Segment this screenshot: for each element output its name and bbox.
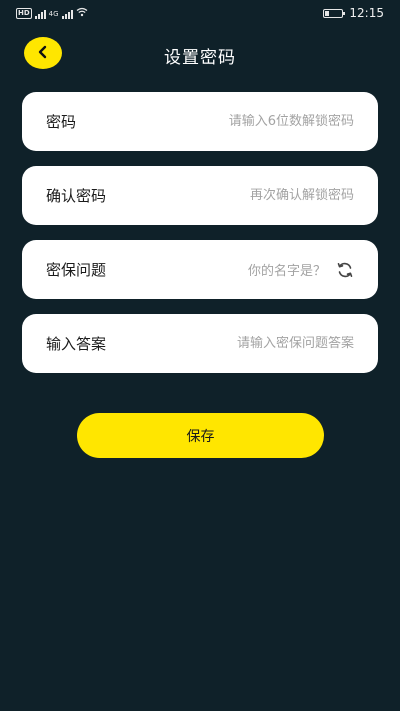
status-bar-right: 12:15 bbox=[323, 6, 384, 20]
battery-icon bbox=[323, 8, 346, 18]
signal-strength-icon bbox=[61, 9, 73, 19]
status-bar-left: HD 4G bbox=[16, 7, 88, 20]
security-question-value: 你的名字是？ bbox=[247, 264, 326, 279]
password-row[interactable]: 密码 bbox=[22, 92, 378, 151]
password-form: 密码 确认密码 密保问题 你的名字是？ 输入答案 bbox=[22, 92, 378, 388]
status-time: 12:15 bbox=[349, 6, 384, 20]
security-question-label: 密保问题 bbox=[46, 261, 107, 279]
status-bar: HD 4G 12:15 bbox=[0, 0, 400, 26]
network-type-label: 4G bbox=[48, 9, 59, 18]
hd-badge: HD bbox=[16, 8, 32, 19]
confirm-password-label: 确认密码 bbox=[46, 187, 107, 205]
header: 设置密码 bbox=[0, 36, 400, 72]
confirm-password-row[interactable]: 确认密码 bbox=[22, 166, 378, 225]
password-input[interactable] bbox=[164, 114, 354, 129]
answer-row[interactable]: 输入答案 bbox=[22, 314, 378, 373]
page-title: 设置密码 bbox=[164, 48, 236, 68]
answer-label: 输入答案 bbox=[46, 335, 107, 353]
answer-input[interactable] bbox=[164, 336, 354, 351]
security-question-row[interactable]: 密保问题 你的名字是？ bbox=[22, 240, 378, 299]
confirm-password-input[interactable] bbox=[164, 188, 354, 203]
signal-icon bbox=[34, 9, 46, 19]
security-question-value-wrap: 你的名字是？ bbox=[248, 260, 354, 279]
save-button[interactable]: 保存 bbox=[77, 413, 324, 458]
refresh-icon[interactable] bbox=[336, 261, 354, 279]
wifi-icon bbox=[76, 7, 88, 20]
password-label: 密码 bbox=[46, 113, 77, 131]
